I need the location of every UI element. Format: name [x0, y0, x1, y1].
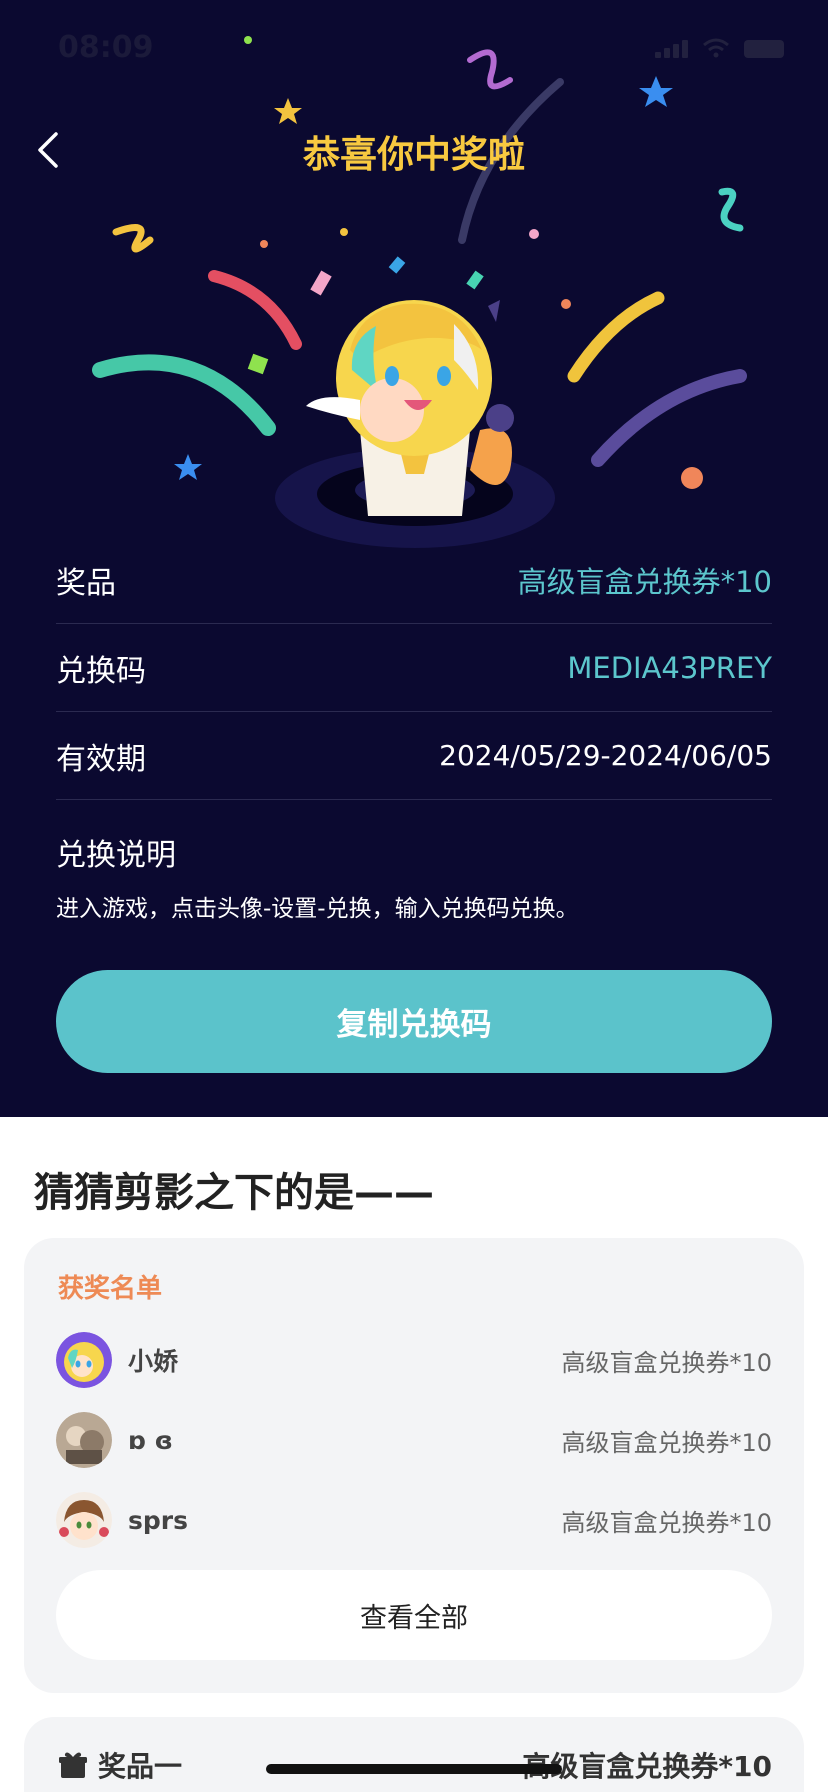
winner-prize: 高级盲盒兑换券*10: [561, 1428, 772, 1457]
validity-value: 2024/05/29-2024/06/05: [439, 739, 772, 772]
code-row: 兑换码 MEDIA43PREY: [56, 624, 772, 712]
winners-label: 获奖名单: [58, 1274, 163, 1304]
celebration-illustration: [92, 36, 747, 548]
view-all-button[interactable]: 查看全部: [56, 1570, 772, 1660]
prize-one-card: 奖品一 高级盲盒兑换券*10: [24, 1717, 804, 1792]
wifi-icon: [703, 38, 729, 58]
validity-label: 有效期: [56, 741, 146, 777]
winner-name: sprs: [128, 1505, 188, 1535]
prize-info-list: 奖品 高级盲盒兑换券*10 兑换码 MEDIA43PREY 有效期 2024/0…: [56, 536, 772, 800]
copy-code-button[interactable]: 复制兑换码: [56, 970, 772, 1073]
status-time: 08:09: [58, 30, 154, 65]
avatar[interactable]: [56, 1492, 112, 1548]
winners-card: 获奖名单 小娇 高级盲盒兑换券*10 ɒ ɞ 高级盲盒兑换券*10 sprs 高…: [24, 1238, 804, 1693]
winner-prize: 高级盲盒兑换券*10: [561, 1348, 772, 1377]
page-title: 恭喜你中奖啦: [303, 133, 525, 176]
section-title: 猜猜剪影之下的是——: [34, 1170, 434, 1216]
winner-row: 小娇 高级盲盒兑换券*10: [56, 1331, 772, 1389]
validity-row: 有效期 2024/05/29-2024/06/05: [56, 712, 772, 800]
prize-label: 奖品: [56, 565, 116, 601]
prize-one-label: 奖品一: [98, 1750, 183, 1783]
winner-name: ɒ ɞ: [128, 1425, 173, 1455]
redeem-instructions-text: 进入游戏，点击头像-设置-兑换，输入兑换码兑换。: [56, 896, 579, 922]
redeem-instructions-title: 兑换说明: [56, 838, 176, 873]
gift-icon: [59, 1752, 87, 1778]
winner-row: sprs 高级盲盒兑换券*10: [56, 1491, 772, 1549]
home-indicator[interactable]: [266, 1764, 562, 1774]
code-value[interactable]: MEDIA43PREY: [567, 651, 772, 685]
avatar[interactable]: [56, 1412, 112, 1468]
winner-row: ɒ ɞ 高级盲盒兑换券*10: [56, 1411, 772, 1469]
status-icons: [655, 38, 784, 58]
prize-result-panel: 08:09 恭喜你中奖啦 奖品 高级盲盒兑换券*10 兑换码 MEDIA43PR…: [0, 0, 828, 1117]
signal-icon: [655, 40, 688, 58]
prize-one-header: 奖品一: [58, 1745, 182, 1785]
prize-value: 高级盲盒兑换券*10: [517, 564, 772, 599]
prize-row: 奖品 高级盲盒兑换券*10: [56, 536, 772, 624]
code-label: 兑换码: [56, 653, 146, 689]
battery-icon: [744, 40, 784, 58]
winner-prize: 高级盲盒兑换券*10: [561, 1508, 772, 1537]
winner-name: 小娇: [128, 1347, 179, 1376]
avatar[interactable]: [56, 1332, 112, 1388]
